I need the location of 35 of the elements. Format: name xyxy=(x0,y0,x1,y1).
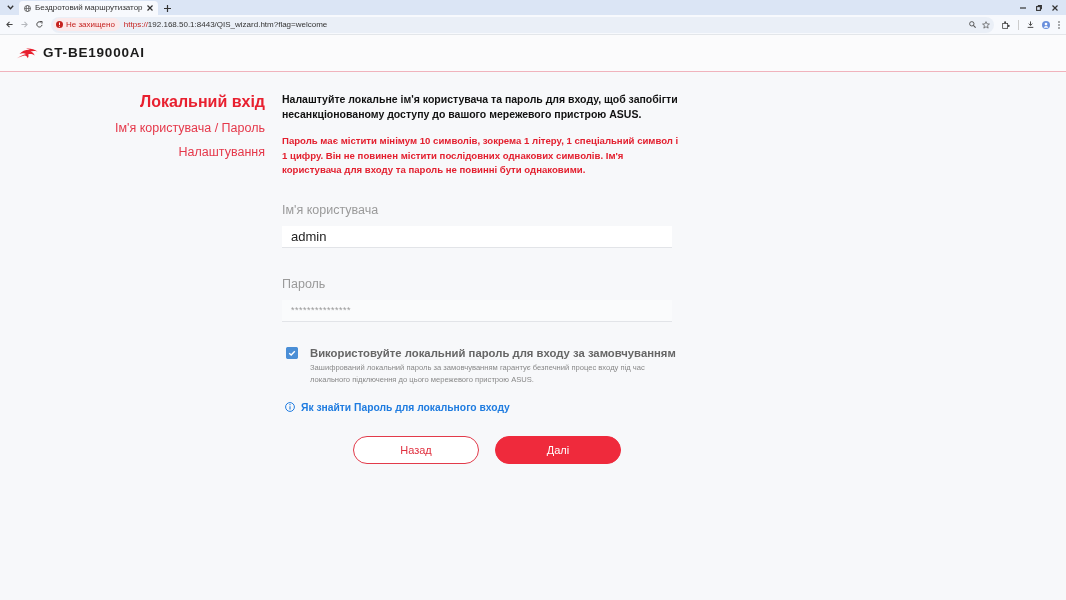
restore-icon[interactable] xyxy=(1036,4,1042,11)
warning-icon xyxy=(56,21,63,28)
close-icon[interactable] xyxy=(146,5,153,11)
profile-avatar-icon[interactable] xyxy=(1042,20,1050,29)
download-icon[interactable] xyxy=(1027,21,1034,28)
field-label: Пароль xyxy=(282,275,326,292)
checkbox[interactable] xyxy=(286,346,298,359)
new-tab-icon[interactable] xyxy=(163,5,171,12)
globe-icon xyxy=(24,4,31,12)
zoom-icon[interactable] xyxy=(969,21,976,28)
url-text: https://192.168.50.1:8443/QIS_wizard.htm?flag=welcome xyxy=(123,20,328,29)
next-button[interactable]: Далі xyxy=(495,435,621,464)
intro-text: Налаштуйте локальне ім'я користувача та пароль для входу, щоб запобігти несанкціонованому доступу до вашого мережевого пристрою ASUS. xyxy=(282,92,679,122)
minimize-icon[interactable] xyxy=(1020,6,1026,9)
step-title: Локальний вхід xyxy=(139,92,265,112)
puzzle-icon[interactable] xyxy=(1002,20,1010,29)
star-icon[interactable] xyxy=(982,20,990,29)
checkbox-label: Використовуйте локальний пароль для входу за замовчуванням xyxy=(310,345,676,360)
address-bar[interactable]: Не захищено https://192.168.50.1:8443/QIS_wizard.htm?flag=welcome xyxy=(51,16,994,33)
reload-icon[interactable] xyxy=(36,21,43,28)
close-icon[interactable] xyxy=(1052,4,1058,11)
step-label: Ім'я користувача / Пароль xyxy=(115,120,265,137)
field-label: Ім'я користувача xyxy=(282,201,379,218)
username-field[interactable]: admin xyxy=(282,225,672,248)
browser-tab[interactable]: Бездротовий маршрутизатор xyxy=(19,1,158,15)
model-name: GT-BE19000AI xyxy=(43,46,145,60)
help-link[interactable]: Як знайти Пароль для локального входу xyxy=(301,399,510,415)
logo-icon xyxy=(16,47,38,59)
step-label: Налаштування xyxy=(178,144,265,161)
tab-list-caret-icon[interactable] xyxy=(7,5,14,10)
security-chip[interactable]: Не захищено xyxy=(53,18,120,31)
info-icon xyxy=(285,402,295,413)
back-button[interactable]: Назад xyxy=(353,435,479,464)
requirements-text: Пароль має містити мінімум 10 символів, зокрема 1 літеру, 1 спеціальний символ і 1 цифру. Він не повинен містити послідовних однакових символів. Ім'я користувача для входу та пароль не повинні бути однаковими. xyxy=(282,134,679,177)
back-arrow-icon[interactable] xyxy=(6,21,13,28)
